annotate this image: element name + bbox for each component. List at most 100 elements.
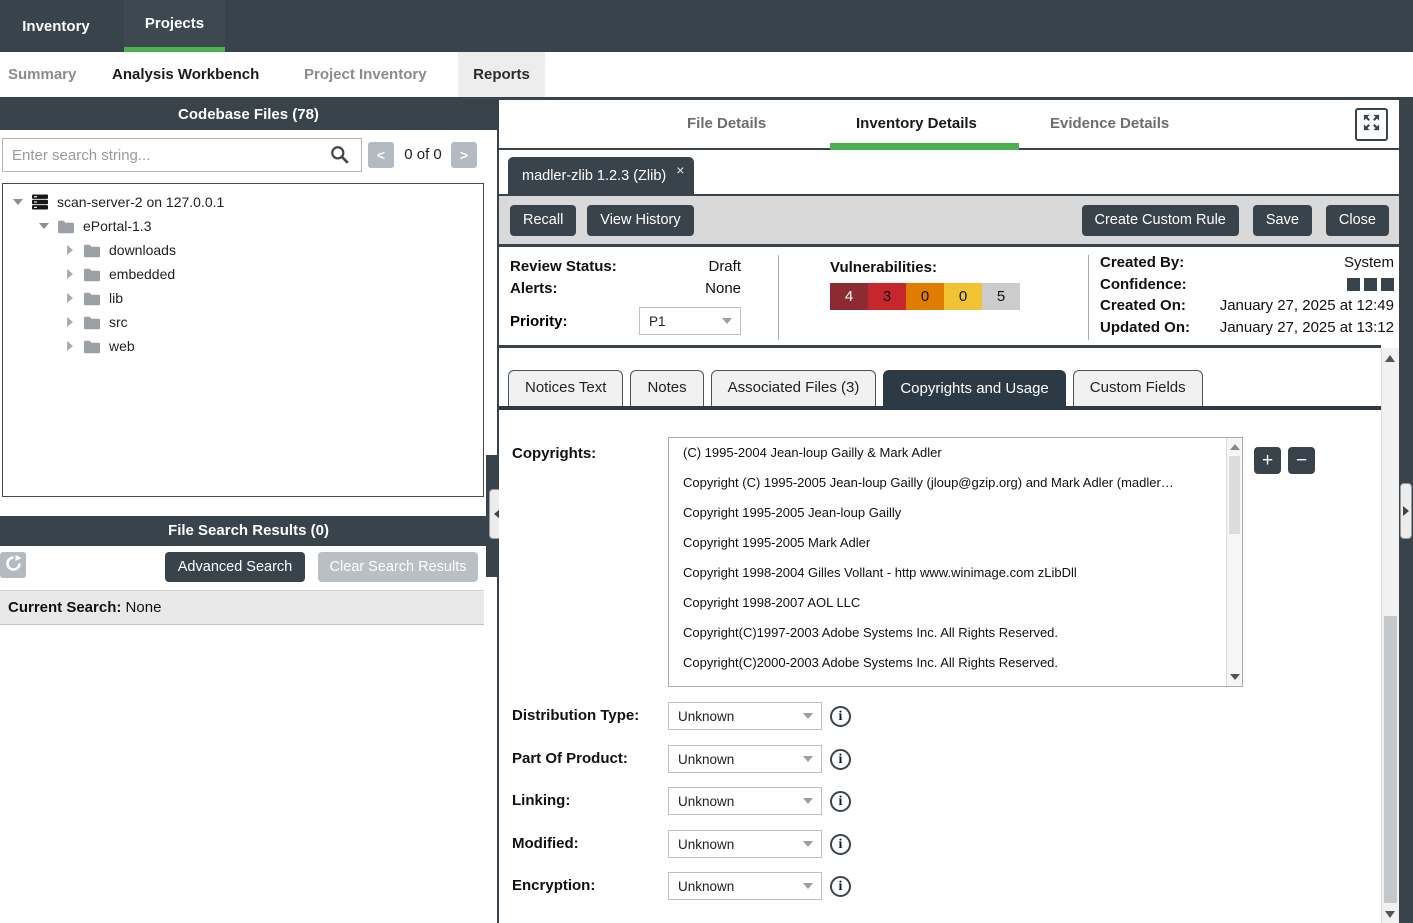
vulnerability-bar: 4 3 0 0 5: [830, 283, 1020, 310]
recall-button[interactable]: Recall: [510, 205, 576, 236]
encryption-label: Encryption:: [512, 872, 595, 900]
advanced-search-button[interactable]: Advanced Search: [165, 552, 305, 582]
expand-toggle-icon[interactable]: [63, 291, 77, 305]
subtab-notes[interactable]: Notes: [630, 370, 703, 406]
linking-value: Unknown: [678, 794, 734, 809]
collapse-toggle-icon[interactable]: [37, 219, 51, 233]
tree-item-src[interactable]: src: [3, 310, 483, 334]
encryption-dropdown[interactable]: Unknown: [668, 872, 822, 900]
save-button[interactable]: Save: [1253, 205, 1312, 236]
scroll-down-icon[interactable]: [1230, 674, 1240, 680]
copyright-list-item[interactable]: Copyright (C) 1995-2005 Jean-loup Gailly…: [669, 468, 1226, 498]
scroll-up-icon[interactable]: [1230, 444, 1240, 450]
confidence-bar: [1381, 278, 1394, 291]
tree-item-label: scan-server-2 on 127.0.0.1: [56, 194, 224, 210]
view-history-button[interactable]: View History: [587, 205, 693, 236]
priority-dropdown[interactable]: P1: [639, 307, 741, 335]
tab-summary[interactable]: Summary: [8, 52, 76, 97]
left-panel: Codebase Files (78) < 0 of 0 > scan-serv…: [0, 100, 497, 923]
close-button[interactable]: Close: [1326, 205, 1389, 236]
modified-dropdown[interactable]: Unknown: [668, 830, 822, 858]
chevron-down-icon: [803, 756, 813, 762]
tree-item-scan-server[interactable]: scan-server-2 on 127.0.0.1: [3, 190, 483, 214]
copyright-list-item[interactable]: Copyright 1995-2005 Jean-loup Gailly: [669, 498, 1226, 528]
modified-value: Unknown: [678, 837, 734, 852]
tree-item-label: src: [108, 314, 128, 330]
scrollbar-thumb[interactable]: [1384, 616, 1397, 903]
collapse-right-panel-handle[interactable]: [1400, 483, 1412, 539]
expand-toggle-icon[interactable]: [63, 315, 77, 329]
created-by-value: System: [1344, 252, 1394, 274]
subtab-copyrights-and-usage[interactable]: Copyrights and Usage: [883, 370, 1065, 406]
info-icon[interactable]: [830, 876, 851, 897]
tab-project-inventory[interactable]: Project Inventory: [304, 52, 427, 97]
remove-copyright-button[interactable]: −: [1288, 447, 1315, 474]
component-tab-label: madler-zlib 1.2.3 (Zlib): [522, 168, 666, 184]
chevron-down-icon: [803, 713, 813, 719]
distribution-type-dropdown[interactable]: Unknown: [668, 702, 822, 730]
tab-inventory-details[interactable]: Inventory Details: [856, 100, 977, 148]
tab-file-details[interactable]: File Details: [687, 100, 766, 148]
copyright-list-item[interactable]: Copyright(C)1997-2003 Adobe Systems Inc.…: [669, 618, 1226, 648]
nav-tab-projects[interactable]: Projects: [124, 0, 225, 52]
info-icon[interactable]: [830, 706, 851, 727]
tree-item-eportal[interactable]: ePortal-1.3: [3, 214, 483, 238]
tree-item-web[interactable]: web: [3, 334, 483, 358]
tab-analysis-workbench[interactable]: Analysis Workbench: [112, 52, 259, 97]
tree-item-label: lib: [108, 290, 123, 306]
copyright-list-item[interactable]: Copyright(C)2000-2003 Adobe Systems Inc.…: [669, 648, 1226, 678]
expand-toggle-icon[interactable]: [63, 243, 77, 257]
info-icon[interactable]: [830, 749, 851, 770]
tab-reports[interactable]: Reports: [458, 52, 545, 97]
linking-dropdown[interactable]: Unknown: [668, 787, 822, 815]
scrollbar-thumb[interactable]: [1229, 456, 1240, 534]
project-subnav: Summary Analysis Workbench Project Inven…: [0, 52, 1413, 97]
app-window: Inventory Projects Summary Analysis Work…: [0, 0, 1413, 923]
expand-panel-button[interactable]: [1355, 108, 1388, 141]
distribution-type-value: Unknown: [678, 709, 734, 724]
current-search-value: None: [126, 599, 162, 616]
chevron-down-icon: [803, 798, 813, 804]
priority-value: P1: [649, 314, 666, 329]
details-tab-bar: File Details Inventory Details Evidence …: [499, 100, 1399, 150]
close-tab-icon[interactable]: ×: [676, 162, 684, 178]
tree-item-label: web: [108, 338, 135, 354]
expand-arrows-icon: [1362, 113, 1381, 137]
search-icon[interactable]: [330, 145, 350, 165]
refresh-button[interactable]: [0, 552, 26, 578]
copyright-list-item[interactable]: Copyright 1995-2005 Mark Adler: [669, 528, 1226, 558]
collapse-toggle-icon[interactable]: [11, 195, 25, 209]
subtab-notices-text[interactable]: Notices Text: [508, 370, 623, 406]
info-icon[interactable]: [830, 834, 851, 855]
scroll-up-icon[interactable]: [1385, 355, 1395, 362]
copyright-list-item[interactable]: Copyright 1998-2007 AOL LLC: [669, 588, 1226, 618]
tab-evidence-details[interactable]: Evidence Details: [1050, 100, 1169, 148]
tree-item-label: ePortal-1.3: [82, 218, 151, 234]
copyright-list-item[interactable]: Copyright 1998-2004 Gilles Vollant - htt…: [669, 558, 1226, 588]
search-result-counter: 0 of 0: [398, 142, 448, 168]
copyrights-scrollbar[interactable]: [1226, 438, 1242, 686]
tree-item-downloads[interactable]: downloads: [3, 238, 483, 262]
scroll-down-icon[interactable]: [1385, 911, 1395, 918]
add-copyright-button[interactable]: +: [1254, 447, 1281, 474]
vulnerability-count-low: 0: [944, 283, 982, 310]
nav-tab-inventory[interactable]: Inventory: [0, 0, 112, 52]
search-prev-button[interactable]: <: [368, 142, 394, 168]
info-icon[interactable]: [830, 791, 851, 812]
tree-item-lib[interactable]: lib: [3, 286, 483, 310]
search-next-button[interactable]: >: [451, 142, 477, 168]
copyright-list-item[interactable]: (C) 1995-2004 Jean-loup Gailly & Mark Ad…: [669, 438, 1226, 468]
subtab-custom-fields[interactable]: Custom Fields: [1073, 370, 1203, 406]
expand-toggle-icon[interactable]: [63, 267, 77, 281]
expand-toggle-icon[interactable]: [63, 339, 77, 353]
details-scrollbar[interactable]: [1381, 348, 1399, 923]
component-tab-madler-zlib[interactable]: madler-zlib 1.2.3 (Zlib) ×: [508, 157, 694, 194]
create-custom-rule-button[interactable]: Create Custom Rule: [1082, 205, 1239, 236]
review-status-label: Review Status:: [510, 256, 617, 278]
tree-item-embedded[interactable]: embedded: [3, 262, 483, 286]
codebase-search-input[interactable]: [2, 138, 362, 172]
folder-icon: [83, 289, 101, 307]
clear-search-results-button[interactable]: Clear Search Results: [318, 552, 478, 582]
part-of-product-dropdown[interactable]: Unknown: [668, 745, 822, 773]
subtab-associated-files[interactable]: Associated Files (3): [711, 370, 877, 406]
